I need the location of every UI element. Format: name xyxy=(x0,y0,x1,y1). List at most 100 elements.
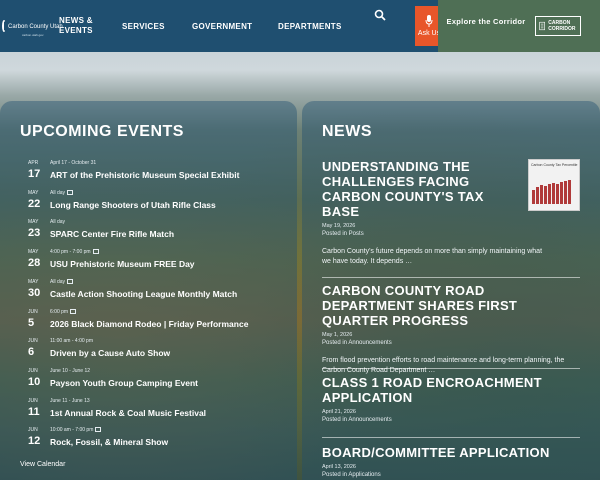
event-title[interactable]: SPARC Center Fire Rifle Match xyxy=(50,229,174,239)
event-item[interactable]: JUN 10 June 10 - June 12 Payson Youth Group… xyxy=(20,368,290,396)
event-day: 5 xyxy=(28,316,35,329)
explore-corridor-button[interactable]: Explore the Corridor CARBON CORRIDOR xyxy=(438,0,600,52)
event-day: 23 xyxy=(28,227,41,240)
nav-government[interactable]: Government xyxy=(192,0,252,52)
explore-corridor-label: Explore the Corridor xyxy=(446,17,526,26)
news-excerpt: From flood prevention efforts to road ma… xyxy=(322,357,565,374)
event-title[interactable]: ART of the Prehistoric Museum Special Ex… xyxy=(50,170,239,180)
news-item[interactable]: Carbon County Road Department Shares Fir… xyxy=(322,283,580,376)
event-month: JUN xyxy=(28,427,38,434)
news-item[interactable]: Class 1 Road Encroachment Application Ap… xyxy=(322,375,580,423)
event-item[interactable]: APR 17 April 17 - October 31 ART of the Pre… xyxy=(20,160,290,188)
news-date: May 19, 2026 xyxy=(322,223,356,229)
event-item[interactable]: MAY 30 All day Castle Action Shooting Leagu… xyxy=(20,278,290,307)
news-category: Posted in Announcements xyxy=(322,340,392,346)
corridor-logo-text: CARBON CORRIDOR xyxy=(548,20,576,32)
ask-us-label: Ask Us xyxy=(417,30,441,37)
news-category: Posted in Posts xyxy=(322,231,364,237)
event-time-text: All day xyxy=(50,278,66,285)
event-item[interactable]: JUN 11 June 11 - June 13 1st Annual Rock & … xyxy=(20,398,290,426)
view-calendar-link[interactable]: View Calendar xyxy=(20,461,65,468)
upcoming-events-panel: Upcoming Events APR 17 April 17 - October … xyxy=(0,101,297,480)
microphone-icon xyxy=(425,15,433,27)
thumbnail-caption: Carbon County Tax Percentile xyxy=(531,163,578,167)
news-title[interactable]: Understanding the Challenges Facing Carb… xyxy=(322,159,522,219)
event-time: All day xyxy=(50,219,65,225)
event-title[interactable]: 1st Annual Rock & Coal Music Festival xyxy=(50,408,206,418)
event-item[interactable]: JUN 12 10:00 am - 7:00 pm Rock, Fossil, & M… xyxy=(20,427,290,455)
news-excerpt: Carbon County's future depends on more t… xyxy=(322,248,543,265)
news-item[interactable]: Board/Committee Application April 13, 20… xyxy=(322,445,580,478)
site-header: Carbon County Utah carbon.utah.gov News … xyxy=(0,0,600,52)
event-title[interactable]: Castle Action Shooting League Monthly Ma… xyxy=(50,289,237,299)
logo-subtext: carbon.utah.gov xyxy=(22,33,44,37)
news-title[interactable]: Carbon County Road Department Shares Fir… xyxy=(322,283,580,328)
event-day: 30 xyxy=(28,286,41,299)
news-divider xyxy=(322,437,580,438)
event-time-text: 4:00 pm - 7:00 pm xyxy=(50,249,91,256)
event-title[interactable]: Payson Youth Group Camping Event xyxy=(50,378,198,388)
event-title[interactable]: Long Range Shooters of Utah Rifle Class xyxy=(50,200,216,210)
event-item[interactable]: MAY 23 All day SPARC Center Fire Rifle Matc… xyxy=(20,219,290,247)
news-date: May 1, 2026 xyxy=(322,332,353,338)
event-item[interactable]: MAY 22 All day Long Range Shooters of Utah … xyxy=(20,189,290,218)
event-time: June 10 - June 12 xyxy=(50,368,90,374)
event-month: JUN xyxy=(28,367,38,374)
event-month: JUN xyxy=(28,397,38,404)
calendar-icon[interactable] xyxy=(70,308,77,314)
event-item[interactable]: JUN 5 6:00 pm 2026 Black Diamond Rodeo | Fr… xyxy=(20,308,290,337)
news-date: April 21, 2026 xyxy=(322,409,356,415)
event-item[interactable]: JUN 6 11:00 am - 4:00 pm Driven by a Cause … xyxy=(20,338,290,366)
event-day: 10 xyxy=(28,375,41,388)
event-time-text: 11:00 am - 4:00 pm xyxy=(50,338,93,345)
logo-text: Carbon County Utah xyxy=(8,24,63,30)
event-title[interactable]: Rock, Fossil, & Mineral Show xyxy=(50,437,168,447)
event-time-text: All day xyxy=(50,189,66,196)
event-day: 12 xyxy=(28,435,41,448)
event-time: 11:00 am - 4:00 pm xyxy=(50,338,93,344)
event-month: MAY xyxy=(28,249,39,256)
event-title[interactable]: Driven by a Cause Auto Show xyxy=(50,348,170,358)
event-title[interactable]: USU Prehistoric Museum FREE Day xyxy=(50,259,195,269)
calendar-icon[interactable] xyxy=(92,249,99,255)
event-time-text: 6:00 pm xyxy=(50,308,69,315)
event-time: 4:00 pm - 7:00 pm xyxy=(50,249,99,255)
nav-services[interactable]: Services xyxy=(122,0,165,52)
news-item[interactable]: Understanding the Challenges Facing Carb… xyxy=(322,159,542,267)
news-divider xyxy=(322,277,580,278)
news-title[interactable]: Class 1 Road Encroachment Application xyxy=(322,375,580,405)
calendar-icon[interactable] xyxy=(67,278,74,284)
carbon-corridor-logo: CARBON CORRIDOR xyxy=(535,16,581,36)
thumbnail-chart xyxy=(532,178,578,204)
event-title[interactable]: 2026 Black Diamond Rodeo | Friday Perfor… xyxy=(50,319,248,329)
calendar-icon[interactable] xyxy=(67,189,74,195)
event-time: 6:00 pm xyxy=(50,308,77,315)
event-month: APR xyxy=(28,160,39,166)
event-month: MAY xyxy=(28,219,39,226)
event-time-text: All day xyxy=(50,219,66,226)
nav-departments[interactable]: Departments xyxy=(278,0,342,52)
event-time-text: June 11 - June 13 xyxy=(50,397,90,404)
event-time-text: April 17 - October 31 xyxy=(50,160,97,166)
calendar-icon[interactable] xyxy=(95,427,102,433)
search-icon[interactable] xyxy=(374,9,386,21)
logo-icon xyxy=(2,20,6,32)
news-heading: News xyxy=(322,123,372,140)
news-category: Posted in Applications xyxy=(322,472,381,478)
event-day: 22 xyxy=(28,197,41,210)
event-month: JUN xyxy=(28,338,38,345)
event-month: MAY xyxy=(28,278,39,285)
event-month: MAY xyxy=(28,189,39,196)
nav-news-events[interactable]: News & Events xyxy=(59,0,99,52)
site-logo[interactable]: Carbon County Utah carbon.utah.gov xyxy=(2,17,63,37)
news-thumbnail[interactable]: Carbon County Tax Percentile xyxy=(528,159,580,211)
event-time-text: 10:00 am - 7:00 pm xyxy=(50,427,94,434)
events-heading: Upcoming Events xyxy=(20,123,184,140)
event-item[interactable]: MAY 28 4:00 pm - 7:00 pm USU Prehistoric Mu… xyxy=(20,249,290,277)
news-date: April 13, 2026 xyxy=(322,464,356,470)
event-time: All day xyxy=(50,278,74,285)
event-day: 17 xyxy=(28,168,41,180)
event-time: June 11 - June 13 xyxy=(50,398,90,404)
news-title[interactable]: Board/Committee Application xyxy=(322,445,580,460)
news-category: Posted in Announcements xyxy=(322,417,392,423)
